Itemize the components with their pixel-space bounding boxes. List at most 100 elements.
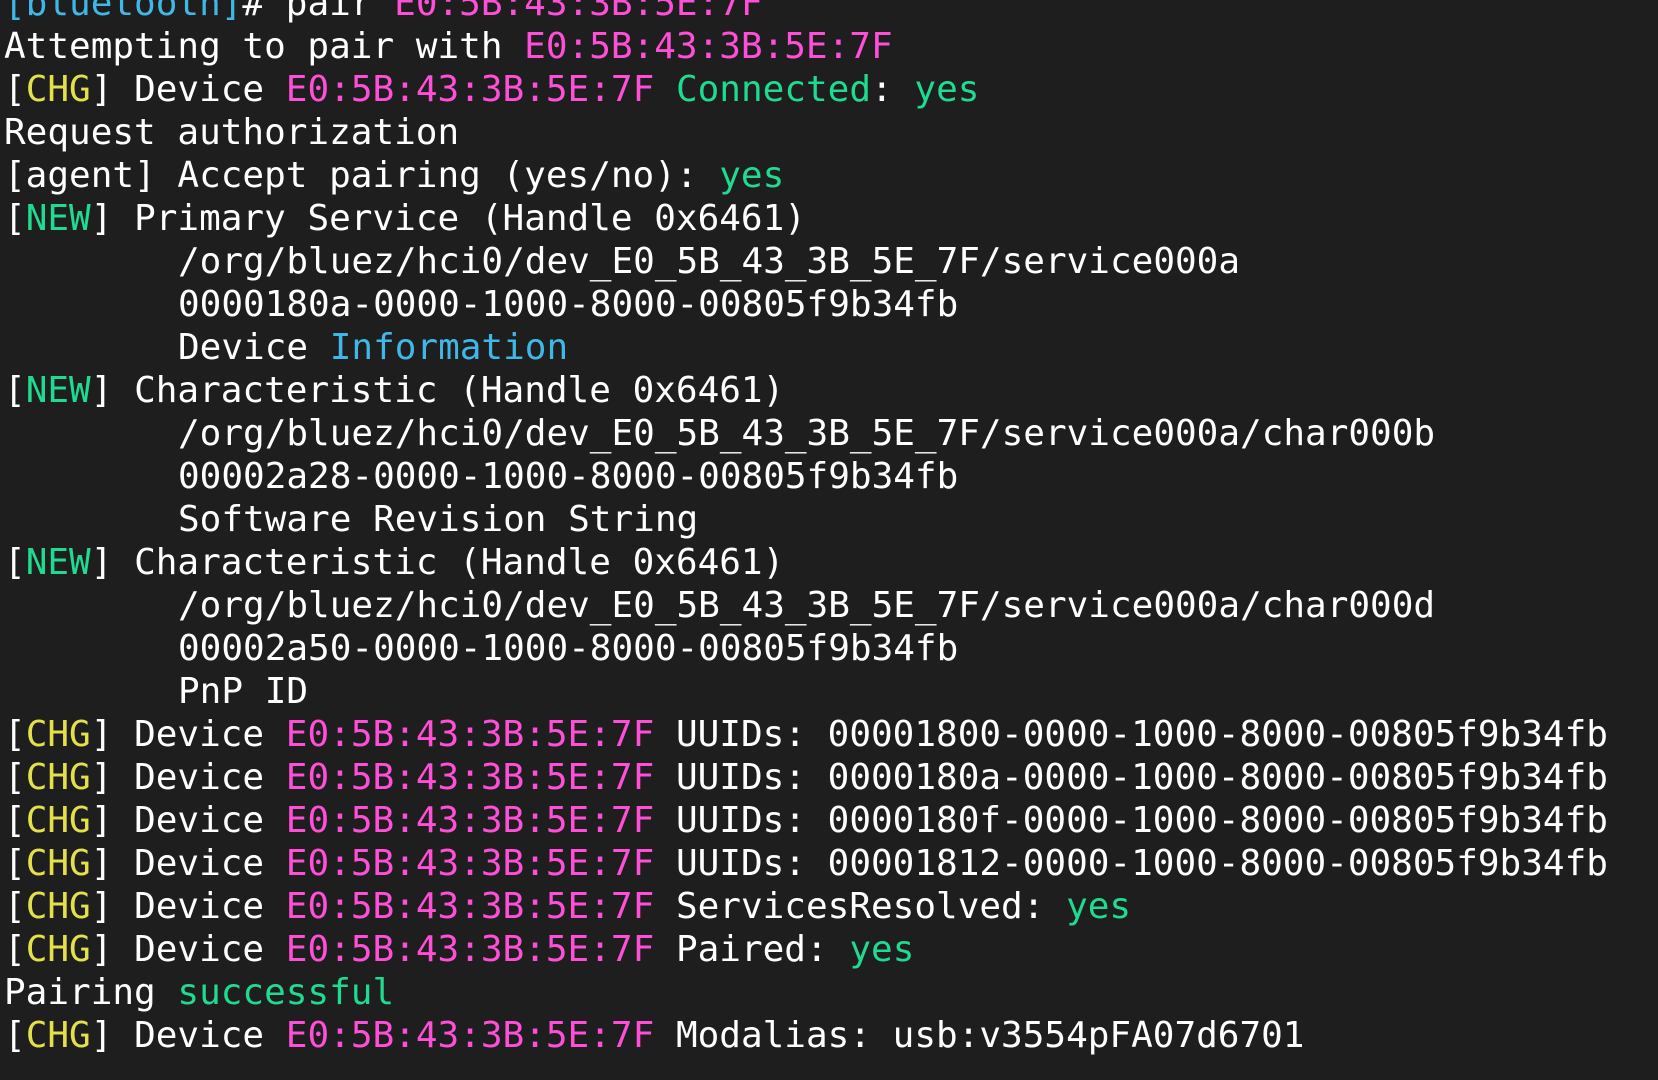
terminal-text-segment: [ [4,843,26,884]
terminal-text-segment: [agent] Accept pairing (yes/no): [4,155,720,196]
terminal-text-segment: yes [719,155,785,196]
terminal-text-segment: [ [4,1015,26,1056]
terminal-text-segment: Paired: [654,929,850,970]
terminal-text-segment: CHG [25,843,91,884]
terminal-text-segment: Software Revision String [178,499,699,540]
terminal-text-segment: successful [177,972,395,1013]
terminal-text-segment: CHG [25,757,91,798]
terminal-text-segment: yes [1066,886,1132,927]
terminal-text-segment: E0:5B:43:3B:5E:7F [524,26,893,67]
terminal-line: Device Information [4,326,1658,369]
terminal-text-segment: [ [4,542,26,583]
terminal-text-segment: CHG [25,929,91,970]
terminal-text-segment: Modalias: usb:v3554pFA07d6701 [654,1015,1305,1056]
terminal-text-segment: ] Device [90,714,286,755]
terminal-text-segment: UUIDs: 00001812-0000-1000-8000-00805f9b3… [654,843,1608,884]
terminal-line: Request authorization [4,111,1658,154]
terminal-line: [NEW] Primary Service (Handle 0x6461) [4,197,1658,240]
terminal-text-segment: /org/bluez/hci0/dev_E0_5B_43_3B_5E_7F/se… [178,413,1436,454]
terminal-text-segment: Pairing [4,972,178,1013]
terminal-text-segment: [ [4,757,26,798]
terminal-line: /org/bluez/hci0/dev_E0_5B_43_3B_5E_7F/se… [4,240,1658,283]
terminal-text-segment: CHG [25,1015,91,1056]
terminal-text-segment: CHG [25,800,91,841]
terminal-text-segment: [ [4,800,26,841]
terminal-line: [CHG] Device E0:5B:43:3B:5E:7F Connected… [4,68,1658,111]
terminal-text-segment: ServicesResolved: [654,886,1067,927]
terminal-line: [agent] Accept pairing (yes/no): yes [4,154,1658,197]
terminal-text-segment: UUIDs: 0000180a-0000-1000-8000-00805f9b3… [654,757,1608,798]
terminal-text-segment: ] Device [90,800,286,841]
terminal-text-segment: CHG [25,714,91,755]
terminal-text-segment: ] Device [90,886,286,927]
terminal-text-segment: CHG [25,886,91,927]
terminal-line: [CHG] Device E0:5B:43:3B:5E:7F UUIDs: 00… [4,842,1658,885]
terminal-text-segment: ] Characteristic (Handle 0x6461) [90,542,785,583]
terminal-text-segment: /org/bluez/hci0/dev_E0_5B_43_3B_5E_7F/se… [178,241,1241,282]
terminal-line: /org/bluez/hci0/dev_E0_5B_43_3B_5E_7F/se… [4,412,1658,455]
terminal-text-segment: [ [4,714,26,755]
terminal-text-segment: NEW [25,542,91,583]
terminal-text-segment: E0:5B:43:3B:5E:7F [285,843,655,884]
terminal-text-segment: Request authorization [4,112,460,153]
terminal-text-segment: ] Primary Service (Handle 0x6461) [90,198,806,239]
terminal-line: 00002a28-0000-1000-8000-00805f9b34fb [4,455,1658,498]
terminal-line: [CHG] Device E0:5B:43:3B:5E:7F Paired: y… [4,928,1658,971]
terminal-text-segment: E0:5B:43:3B:5E:7F [285,714,655,755]
terminal-text-segment: [ [4,198,26,239]
terminal-text-segment: PnP ID [178,671,309,712]
terminal-text-segment: UUIDs: 00001800-0000-1000-8000-00805f9b3… [654,714,1608,755]
terminal-text-segment: # pair [242,0,395,24]
terminal-line: Attempting to pair with E0:5B:43:3B:5E:7… [4,25,1658,68]
terminal-text-segment: NEW [25,370,91,411]
terminal-text-segment: [bluetooth] [4,0,243,24]
terminal-text-segment: E0:5B:43:3B:5E:7F [285,757,655,798]
terminal-text-segment: [ [4,69,26,110]
terminal-text-segment: 0000180a-0000-1000-8000-00805f9b34fb [178,284,959,325]
terminal-line: [NEW] Characteristic (Handle 0x6461) [4,541,1658,584]
terminal-output[interactable]: [bluetooth]# pair E0:5B:43:3B:5E:7F Attem… [0,0,1658,1080]
terminal-text-segment: E0:5B:43:3B:5E:7F [285,1015,655,1056]
terminal-line: [CHG] Device E0:5B:43:3B:5E:7F Modalias:… [4,1014,1658,1057]
terminal-text-segment: [ [4,886,26,927]
terminal-text-segment: E0:5B:43:3B:5E:7F [285,800,655,841]
terminal-line: [CHG] Device E0:5B:43:3B:5E:7F ServicesR… [4,885,1658,928]
terminal-line: [bluetooth]# pair E0:5B:43:3B:5E:7F [4,0,1658,25]
terminal-text-segment: [ [4,929,26,970]
terminal-line: [NEW] Characteristic (Handle 0x6461) [4,369,1658,412]
terminal-text-segment: Attempting to pair with [4,26,525,67]
terminal-text-segment: Information [329,327,569,368]
terminal-text-segment: ] Device [90,843,286,884]
terminal-text-segment: E0:5B:43:3B:5E:7F [394,0,763,24]
terminal-text-segment: NEW [25,198,91,239]
terminal-text-segment: 00002a28-0000-1000-8000-00805f9b34fb [178,456,959,497]
terminal-text-segment: ] Device [90,1015,286,1056]
terminal-text-segment: yes [914,69,980,110]
terminal-line: 00002a50-0000-1000-8000-00805f9b34fb [4,627,1658,670]
terminal-text-segment: : [871,69,915,110]
terminal-line: /org/bluez/hci0/dev_E0_5B_43_3B_5E_7F/se… [4,584,1658,627]
terminal-text-segment: yes [849,929,915,970]
terminal-text-segment: UUIDs: 0000180f-0000-1000-8000-00805f9b3… [654,800,1608,841]
terminal-text-segment: 00002a50-0000-1000-8000-00805f9b34fb [178,628,959,669]
terminal-line: Software Revision String [4,498,1658,541]
terminal-line: [CHG] Device E0:5B:43:3B:5E:7F UUIDs: 00… [4,799,1658,842]
terminal-line: Pairing successful [4,971,1658,1014]
terminal-line: [CHG] Device E0:5B:43:3B:5E:7F UUIDs: 00… [4,713,1658,756]
terminal-text-segment: E0:5B:43:3B:5E:7F [285,69,655,110]
terminal-text-segment: Connected [675,69,872,110]
terminal-text-segment: Device [178,327,330,368]
terminal-text-segment: E0:5B:43:3B:5E:7F [285,886,655,927]
terminal-line: [CHG] Device E0:5B:43:3B:5E:7F UUIDs: 00… [4,756,1658,799]
terminal-text-segment: E0:5B:43:3B:5E:7F [285,929,655,970]
terminal-text-segment: CHG [25,69,91,110]
terminal-line: 0000180a-0000-1000-8000-00805f9b34fb [4,283,1658,326]
terminal-text-segment: [ [4,370,26,411]
terminal-text-segment: ] Device [90,757,286,798]
terminal-text-segment: /org/bluez/hci0/dev_E0_5B_43_3B_5E_7F/se… [178,585,1436,626]
terminal-text-segment: ] Device [90,69,286,110]
terminal-text-segment: ] Device [90,929,286,970]
terminal-text-segment: ] Characteristic (Handle 0x6461) [90,370,785,411]
terminal-line: PnP ID [4,670,1658,713]
